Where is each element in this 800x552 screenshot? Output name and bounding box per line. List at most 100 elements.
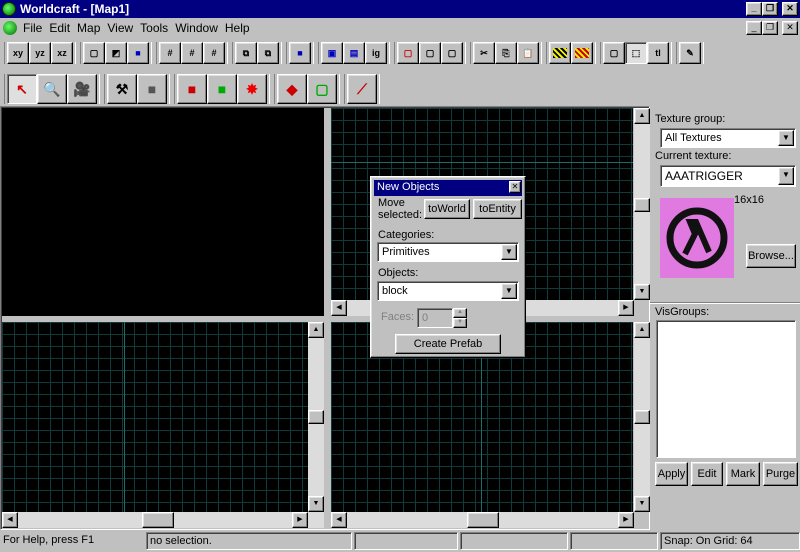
- scroll-right-icon[interactable]: ▶: [292, 512, 308, 528]
- texture-lock-button[interactable]: tl: [647, 42, 669, 64]
- select-by-handles-icon[interactable]: ⬚: [625, 42, 647, 64]
- chevron-down-icon[interactable]: ▼: [501, 244, 517, 260]
- scroll-left-icon[interactable]: ◀: [331, 300, 347, 316]
- textured-view-icon[interactable]: ■: [127, 42, 149, 64]
- close-button[interactable]: ✕: [782, 2, 798, 16]
- hollow-icon[interactable]: ▤: [343, 42, 365, 64]
- chevron-down-icon[interactable]: ▼: [501, 283, 517, 299]
- side-view-hscroll[interactable]: ◀ ▶: [331, 512, 634, 528]
- apply-texture-icon[interactable]: ■: [207, 74, 237, 104]
- front-view-vscroll[interactable]: ▲ ▼: [308, 322, 324, 512]
- brush-icon[interactable]: ✎: [679, 42, 701, 64]
- visgroups-list[interactable]: [656, 320, 796, 458]
- view-yz-button[interactable]: yz: [29, 42, 51, 64]
- copy-icon[interactable]: ⎘: [495, 42, 517, 64]
- wireframe-view-icon[interactable]: ▢: [83, 42, 105, 64]
- magnify-tool-icon[interactable]: 🔍: [37, 74, 67, 104]
- texture-group-select[interactable]: All Textures ▼: [660, 128, 796, 148]
- scroll-down-icon[interactable]: ▼: [634, 284, 650, 300]
- faces-spin-down-icon[interactable]: ▼: [453, 318, 467, 328]
- texture-preview[interactable]: [660, 198, 734, 278]
- mdi-close-button[interactable]: ✕: [782, 21, 798, 35]
- scroll-thumb[interactable]: [142, 512, 174, 528]
- scroll-thumb[interactable]: [634, 198, 650, 212]
- scroll-up-icon[interactable]: ▲: [634, 108, 650, 124]
- faces-spin-up-icon[interactable]: ▲: [453, 308, 467, 318]
- front-2d-view[interactable]: [2, 322, 308, 512]
- to-world-button[interactable]: toWorld: [424, 199, 470, 219]
- clip-red-icon[interactable]: ▢: [397, 42, 419, 64]
- scroll-thumb[interactable]: [467, 512, 499, 528]
- toggle-grid-icon[interactable]: #: [159, 42, 181, 64]
- decal-tool-icon[interactable]: ✸: [237, 74, 267, 104]
- dialog-close-button[interactable]: ✕: [509, 181, 521, 193]
- mark-button[interactable]: Mark: [726, 462, 760, 486]
- clipping-tool-icon[interactable]: ◆: [277, 74, 307, 104]
- path-tool-icon[interactable]: ⟋: [347, 74, 377, 104]
- menu-map[interactable]: Map: [77, 21, 107, 35]
- chevron-down-icon[interactable]: ▼: [778, 167, 794, 185]
- menu-file[interactable]: File: [23, 21, 49, 35]
- edit-button[interactable]: Edit: [691, 462, 723, 486]
- faces-input[interactable]: 0: [417, 308, 453, 328]
- scroll-left-icon[interactable]: ◀: [331, 512, 347, 528]
- scroll-up-icon[interactable]: ▲: [308, 322, 324, 338]
- side-view-vscroll[interactable]: ▲ ▼: [634, 322, 650, 512]
- texture-group-value: All Textures: [665, 132, 722, 144]
- browse-button[interactable]: Browse...: [746, 244, 796, 268]
- menu-view[interactable]: View: [107, 21, 140, 35]
- clip-icon[interactable]: ▢: [419, 42, 441, 64]
- mdi-restore-button[interactable]: ❐: [762, 21, 778, 35]
- hazard-stripe-icon[interactable]: [549, 42, 571, 64]
- camera-3d-view[interactable]: [2, 108, 324, 316]
- categories-select[interactable]: Primitives ▼: [377, 242, 519, 262]
- texture-application-icon[interactable]: ■: [177, 74, 207, 104]
- paste-icon[interactable]: 📋: [517, 42, 539, 64]
- selection-tool-icon[interactable]: ↖: [7, 74, 37, 104]
- status-selection: no selection.: [146, 532, 352, 550]
- view-xy-button[interactable]: xy: [7, 42, 29, 64]
- view-xz-button[interactable]: xz: [51, 42, 73, 64]
- apply-button[interactable]: Apply: [655, 462, 688, 486]
- larger-grid-icon[interactable]: #: [203, 42, 225, 64]
- menu-window[interactable]: Window: [175, 21, 225, 35]
- create-prefab-button[interactable]: Create Prefab: [395, 334, 501, 354]
- scroll-right-icon[interactable]: ▶: [618, 512, 634, 528]
- menu-tools[interactable]: Tools: [140, 21, 175, 35]
- current-texture-select[interactable]: AAATRIGGER ▼: [660, 165, 796, 187]
- entity-tool-icon[interactable]: ⚒: [107, 74, 137, 104]
- to-entity-button[interactable]: toEntity: [473, 199, 522, 219]
- block-tool-icon[interactable]: ■: [137, 74, 167, 104]
- vertex-tool-icon[interactable]: ▢: [307, 74, 337, 104]
- top-view-vscroll[interactable]: ▲ ▼: [634, 108, 650, 300]
- scroll-down-icon[interactable]: ▼: [634, 496, 650, 512]
- carve-icon[interactable]: ▣: [321, 42, 343, 64]
- objects-label: Objects:: [378, 267, 419, 279]
- hide-selected-icon[interactable]: ■: [289, 42, 311, 64]
- scroll-right-icon[interactable]: ▶: [618, 300, 634, 316]
- scroll-thumb[interactable]: [308, 410, 324, 424]
- scroll-up-icon[interactable]: ▲: [634, 322, 650, 338]
- mdi-minimize-button[interactable]: _: [746, 21, 762, 35]
- smaller-grid-icon[interactable]: #: [181, 42, 203, 64]
- purge-button[interactable]: Purge: [763, 462, 798, 486]
- menu-help[interactable]: Help: [225, 21, 257, 35]
- flat-view-icon[interactable]: ◩: [105, 42, 127, 64]
- ungroup-icon[interactable]: ⧉: [257, 42, 279, 64]
- camera-tool-icon[interactable]: 🎥: [67, 74, 97, 104]
- group-icon[interactable]: ⧉: [235, 42, 257, 64]
- scroll-left-icon[interactable]: ◀: [2, 512, 18, 528]
- ignore-groups-button[interactable]: ig: [365, 42, 387, 64]
- hazard-stripe-red-icon[interactable]: [571, 42, 593, 64]
- objects-select[interactable]: block ▼: [377, 281, 519, 301]
- scroll-down-icon[interactable]: ▼: [308, 496, 324, 512]
- selection-box-icon[interactable]: ▢: [603, 42, 625, 64]
- menu-edit[interactable]: Edit: [49, 21, 77, 35]
- cube-outline-icon[interactable]: ▢: [441, 42, 463, 64]
- restore-button[interactable]: ❐: [762, 2, 778, 16]
- front-view-hscroll[interactable]: ◀ ▶: [2, 512, 324, 528]
- chevron-down-icon[interactable]: ▼: [778, 130, 794, 146]
- cut-icon[interactable]: ✂: [473, 42, 495, 64]
- minimize-button[interactable]: _: [746, 2, 762, 16]
- scroll-thumb[interactable]: [634, 410, 650, 424]
